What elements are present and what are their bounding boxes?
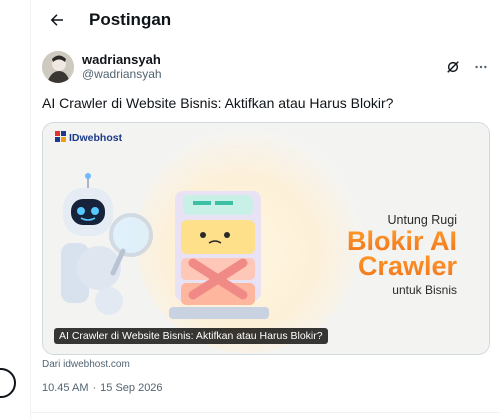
card-headline-top: Untung Rugi (388, 213, 458, 227)
grok-slash-icon (447, 61, 459, 73)
brand-name: IDwebhost (69, 132, 123, 144)
author-display-name[interactable]: wadriansyah (82, 52, 162, 67)
post-date: 15 Sep 2026 (100, 382, 163, 394)
page-header: Postingan (31, 0, 500, 40)
timestamp-separator: · (92, 382, 97, 394)
card-source[interactable]: Dari idwebhost.com (42, 359, 492, 370)
page-title: Postingan (89, 10, 172, 29)
post-timestamp[interactable]: 10.45 AM · 15 Sep 2026 (42, 382, 492, 394)
more-horizontal-icon (475, 65, 487, 69)
post: wadriansyah @wadriansyah AI Crawler di W… (42, 50, 492, 394)
back-button[interactable] (37, 0, 77, 40)
card-headline-line2: Crawler (358, 251, 458, 281)
profile-icon[interactable] (0, 368, 16, 398)
card-headline-bottom: untuk Bisnis (392, 283, 457, 297)
divider (31, 412, 500, 413)
grok-button[interactable] (444, 58, 462, 76)
post-time: 10.45 AM (42, 382, 89, 394)
author-handle[interactable]: @wadriansyah (82, 67, 162, 82)
column-border (30, 0, 31, 419)
link-card[interactable]: IDwebhost Untung Rugi Blokir AI Crawler … (42, 122, 490, 355)
avatar[interactable] (42, 51, 74, 83)
post-text: AI Crawler di Website Bisnis: Aktifkan a… (42, 95, 394, 111)
left-rail (0, 0, 30, 419)
server-illustration (169, 191, 269, 319)
card-caption: AI Crawler di Website Bisnis: Aktifkan a… (54, 328, 328, 344)
card-image: IDwebhost Untung Rugi Blokir AI Crawler … (43, 123, 489, 354)
author-row: wadriansyah @wadriansyah (42, 50, 492, 84)
arrow-left-icon (50, 14, 63, 26)
more-button[interactable] (472, 58, 490, 76)
